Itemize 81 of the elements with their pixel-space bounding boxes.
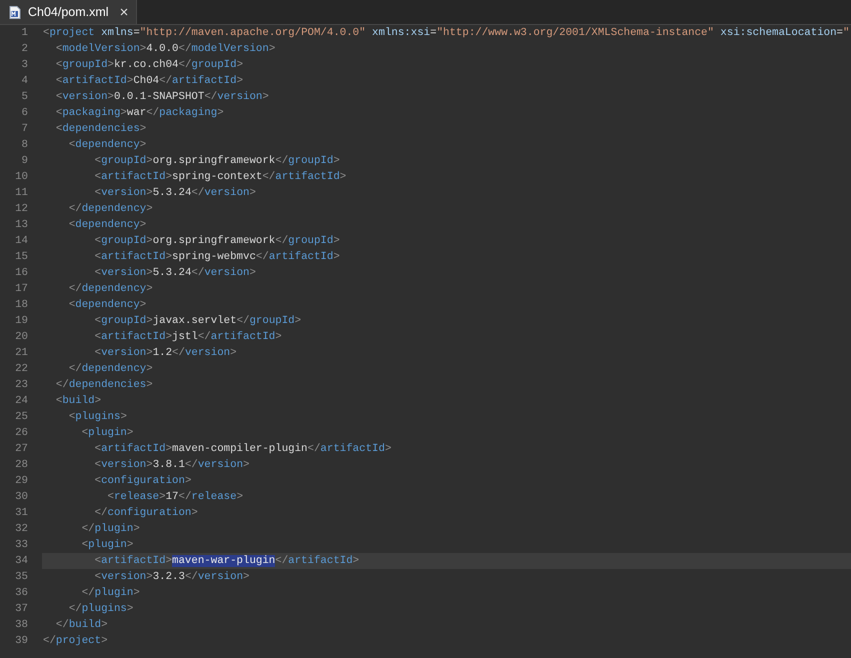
code-line: <release>17</release> bbox=[106, 490, 244, 505]
line-number: 22 bbox=[14, 362, 28, 377]
code-line: </build> bbox=[54, 618, 109, 633]
code-line: </configuration> bbox=[94, 506, 199, 521]
line-number: 36 bbox=[14, 586, 28, 601]
code-line: <version>3.2.3</version> bbox=[94, 570, 250, 585]
line-number: 35 bbox=[14, 570, 28, 585]
maven-file-icon bbox=[9, 6, 21, 18]
code-line: <groupId>javax.servlet</groupId> bbox=[94, 314, 302, 329]
line-number: 30 bbox=[14, 490, 28, 505]
line-number: 23 bbox=[14, 378, 28, 393]
line-number: 14 bbox=[14, 234, 28, 249]
line-number: 13 bbox=[14, 218, 28, 233]
code-line: <groupId>org.springframework</groupId> bbox=[94, 234, 341, 249]
code-line: <dependencies> bbox=[54, 122, 148, 137]
line-number: 38 bbox=[14, 618, 28, 633]
line-number: 18 bbox=[14, 298, 28, 313]
line-number: 29 bbox=[14, 474, 28, 489]
code-line: <artifactId>jstl</artifactId> bbox=[94, 330, 283, 345]
line-number: 16 bbox=[14, 266, 28, 281]
code-line: </dependency> bbox=[68, 362, 154, 377]
code-line: <groupId>org.springframework</groupId> bbox=[94, 154, 341, 169]
line-number: 17 bbox=[14, 282, 28, 297]
code-line: <modelVersion>4.0.0</modelVersion> bbox=[54, 42, 276, 57]
line-number: 7 bbox=[20, 122, 28, 137]
line-number: 11 bbox=[14, 186, 28, 201]
line-number: 20 bbox=[14, 330, 28, 345]
line-number: 25 bbox=[14, 410, 28, 425]
code-line: </plugins> bbox=[68, 602, 134, 617]
line-number: 39 bbox=[14, 634, 28, 649]
code-line: <artifactId>Ch04</artifactId> bbox=[54, 74, 244, 89]
code-line: </project> bbox=[42, 634, 109, 649]
line-number: 32 bbox=[14, 522, 28, 537]
code-line: <version>0.0.1-SNAPSHOT</version> bbox=[54, 90, 270, 105]
code-line: <artifactId>spring-context</artifactId> bbox=[94, 170, 348, 185]
code-line: </plugin> bbox=[80, 586, 141, 601]
line-number: 5 bbox=[20, 90, 28, 105]
line-number: 27 bbox=[14, 442, 28, 457]
code-line: <version>1.2</version> bbox=[94, 346, 238, 361]
line-number: 26 bbox=[14, 426, 28, 441]
code-line: <build> bbox=[54, 394, 102, 409]
code-line: </dependency> bbox=[68, 282, 154, 297]
line-number: 3 bbox=[20, 58, 28, 73]
line-number: 9 bbox=[20, 154, 28, 169]
line-number: 37 bbox=[14, 602, 28, 617]
code-line: </dependencies> bbox=[54, 378, 154, 393]
line-number: 33 bbox=[14, 538, 28, 553]
line-number: 28 bbox=[14, 458, 28, 473]
code-line: <version>5.3.24</version> bbox=[94, 266, 257, 281]
line-number: 1 bbox=[20, 26, 28, 41]
code-line: <plugin> bbox=[80, 538, 134, 553]
close-button[interactable]: × bbox=[120, 4, 128, 20]
code-line: <packaging>war</packaging> bbox=[54, 106, 225, 121]
line-number: 31 bbox=[14, 506, 28, 521]
code-line: <plugin> bbox=[80, 426, 134, 441]
line-number: 24 bbox=[14, 394, 28, 409]
code-line: <artifactId>maven-compiler-plugin</artifactId> bbox=[94, 442, 392, 457]
code-line: </dependency> bbox=[68, 202, 154, 217]
line-number: 4 bbox=[20, 74, 28, 89]
line-number: 8 bbox=[20, 138, 28, 153]
code-line: <version>3.8.1</version> bbox=[94, 458, 250, 473]
code-line: <dependency> bbox=[68, 298, 148, 313]
code-line: <version>5.3.24</version> bbox=[94, 186, 257, 201]
code-line: <plugins> bbox=[68, 410, 128, 425]
code-line: <project xmlns="http://maven.apache.org/POM/4.0.0" xmlns:xsi="http://www.w3.org/2001/XMLSchema-instance" xsi:schemaLocation=" bbox=[42, 26, 850, 41]
line-number: 10 bbox=[14, 170, 28, 185]
code-line: <groupId>kr.co.ch04</groupId> bbox=[54, 58, 244, 73]
line-number: 6 bbox=[20, 106, 28, 121]
line-number: 34 bbox=[14, 554, 28, 569]
code-line: <dependency> bbox=[68, 138, 148, 153]
code-line: <artifactId>spring-webmvc</artifactId> bbox=[94, 250, 341, 265]
line-number: 12 bbox=[14, 202, 28, 217]
code-line: <dependency> bbox=[68, 218, 148, 233]
code-line: </plugin> bbox=[80, 522, 141, 537]
tab-title: Ch04/pom.xml bbox=[28, 4, 109, 21]
line-number: 19 bbox=[14, 314, 28, 329]
line-number: 21 bbox=[14, 346, 28, 361]
line-number: 2 bbox=[20, 42, 28, 57]
code-line: <configuration> bbox=[94, 474, 192, 489]
line-number: 15 bbox=[14, 250, 28, 265]
file-tab[interactable]: Ch04/pom.xml × bbox=[0, 0, 138, 24]
